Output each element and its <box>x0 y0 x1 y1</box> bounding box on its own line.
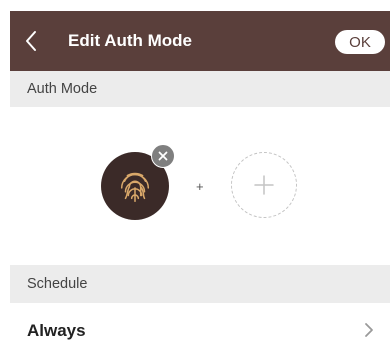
auth-mode-section-header: Auth Mode <box>10 71 390 107</box>
auth-mode-area: + <box>10 107 390 265</box>
auth-mode-section-label: Auth Mode <box>27 81 98 97</box>
app-bar: Edit Auth Mode OK <box>10 11 390 71</box>
remove-method-button[interactable] <box>151 144 175 168</box>
add-method-button[interactable] <box>231 152 297 218</box>
schedule-value: Always <box>27 320 86 340</box>
edit-auth-mode-screen: Edit Auth Mode OK Auth Mode + Schedule A… <box>0 0 390 358</box>
ok-button[interactable]: OK <box>335 30 385 54</box>
chevron-right-icon <box>365 323 373 337</box>
schedule-section-label: Schedule <box>27 276 88 292</box>
method-separator: + <box>196 179 204 194</box>
schedule-row[interactable]: Always <box>10 303 390 358</box>
plus-icon <box>254 175 274 195</box>
status-bar <box>0 0 390 11</box>
chevron-left-icon <box>26 31 36 51</box>
back-button[interactable] <box>10 11 52 71</box>
schedule-section-header: Schedule <box>10 265 390 303</box>
page-title: Edit Auth Mode <box>68 31 193 50</box>
fingerprint-icon <box>120 172 150 202</box>
close-icon <box>158 151 168 161</box>
